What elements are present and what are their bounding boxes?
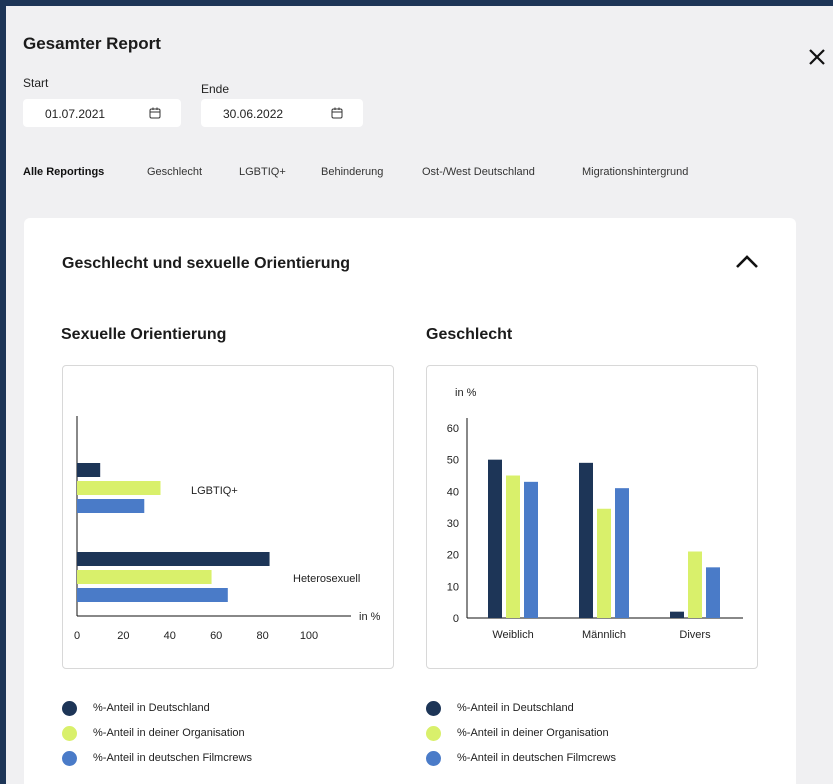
bar bbox=[488, 459, 502, 618]
y-tick-label: 50 bbox=[447, 455, 459, 467]
tab-ost-west[interactable]: Ost-/West Deutschland bbox=[422, 166, 535, 178]
legend-dot bbox=[426, 751, 441, 766]
start-date-field[interactable]: 01.07.2021 bbox=[23, 99, 181, 127]
legend-label: %-Anteil in deutschen Filmcrews bbox=[93, 752, 252, 764]
bar bbox=[77, 481, 161, 495]
legend-dot bbox=[62, 751, 77, 766]
bar bbox=[77, 552, 270, 566]
bar bbox=[597, 508, 611, 618]
x-tick-label: 60 bbox=[210, 630, 222, 642]
y-tick-label: 30 bbox=[447, 518, 459, 530]
legend-item: %-Anteil in Deutschland bbox=[62, 700, 362, 716]
bar bbox=[706, 567, 720, 618]
legend-dot bbox=[426, 701, 441, 716]
bar bbox=[77, 463, 101, 477]
legend-item: %-Anteil in Deutschland bbox=[426, 700, 726, 716]
end-label: Ende bbox=[201, 82, 230, 96]
section-card: Geschlecht und sexuelle Orientierung Sex… bbox=[24, 218, 796, 784]
x-tick-label: 80 bbox=[256, 630, 268, 642]
legend-dot bbox=[426, 726, 441, 741]
bar bbox=[615, 488, 629, 618]
x-tick-label: Männlich bbox=[582, 629, 626, 641]
legend-label: %-Anteil in deiner Organisation bbox=[93, 727, 245, 739]
bar bbox=[506, 475, 520, 618]
x-axis-label: in % bbox=[359, 611, 381, 623]
bar bbox=[579, 462, 593, 618]
chart-geschlecht: in % 0 10 20 30 40 50 60 Weiblich Männlich Divers bbox=[426, 365, 758, 669]
bar-chart-geschlecht: in % 0 10 20 30 40 50 60 Weiblich Männlich Divers bbox=[447, 387, 743, 641]
legend-dot bbox=[62, 701, 77, 716]
legend-item: %-Anteil in deutschen Filmcrews bbox=[62, 750, 362, 766]
end-date-value: 30.06.2022 bbox=[223, 107, 284, 121]
calendar-icon[interactable] bbox=[331, 107, 343, 119]
x-tick-label: 0 bbox=[74, 630, 80, 642]
bar-chart-orientierung: in % 0 20 40 60 80 100 LGBTIQ+ Heterosexuell bbox=[74, 416, 381, 642]
y-tick-label: 20 bbox=[447, 550, 459, 562]
tab-migrationshintergrund[interactable]: Migrationshintergrund bbox=[582, 166, 688, 178]
x-tick-label: 20 bbox=[117, 630, 129, 642]
start-date-value: 01.07.2021 bbox=[45, 107, 106, 121]
y-tick-label: 40 bbox=[447, 486, 459, 498]
x-tick-label: 40 bbox=[164, 630, 176, 642]
bar bbox=[688, 551, 702, 618]
legend-dot bbox=[62, 726, 77, 741]
category-label: LGBTIQ+ bbox=[191, 485, 238, 497]
chart-title-orientierung: Sexuelle Orientierung bbox=[61, 326, 227, 343]
legend-label: %-Anteil in deutschen Filmcrews bbox=[457, 752, 616, 764]
legend-item: %-Anteil in deutschen Filmcrews bbox=[426, 750, 726, 766]
x-tick-label: Divers bbox=[679, 629, 711, 641]
bar bbox=[670, 611, 684, 618]
section-title: Geschlecht und sexuelle Orientierung bbox=[62, 255, 351, 272]
chart-title-geschlecht: Geschlecht bbox=[426, 326, 513, 343]
legend-label: %-Anteil in deiner Organisation bbox=[457, 727, 609, 739]
x-tick-label: Weiblich bbox=[492, 629, 533, 641]
y-tick-label: 10 bbox=[447, 581, 459, 593]
category-label: Heterosexuell bbox=[293, 573, 360, 585]
tab-lgbtiq[interactable]: LGBTIQ+ bbox=[239, 166, 286, 178]
legend-item: %-Anteil in deiner Organisation bbox=[62, 725, 362, 741]
start-label: Start bbox=[23, 76, 49, 90]
legend-item: %-Anteil in deiner Organisation bbox=[426, 725, 726, 741]
tab-alle-reportings[interactable]: Alle Reportings bbox=[23, 166, 104, 178]
tab-geschlecht[interactable]: Geschlecht bbox=[147, 166, 202, 178]
bar bbox=[77, 499, 145, 513]
bar bbox=[77, 588, 228, 602]
x-tick-label: 100 bbox=[300, 630, 318, 642]
tab-behinderung[interactable]: Behinderung bbox=[321, 166, 383, 178]
legend-label: %-Anteil in Deutschland bbox=[457, 702, 574, 714]
chart-orientierung: in % 0 20 40 60 80 100 LGBTIQ+ Heterosexuell bbox=[62, 365, 394, 669]
y-axis-label: in % bbox=[455, 387, 477, 399]
report-modal: Gesamter Report Start 01.07.2021 Ende 30… bbox=[6, 6, 833, 784]
end-date-field[interactable]: 30.06.2022 bbox=[201, 99, 363, 127]
legend-label: %-Anteil in Deutschland bbox=[93, 702, 210, 714]
close-icon[interactable] bbox=[806, 46, 828, 68]
page-title: Gesamter Report bbox=[23, 34, 161, 53]
bar bbox=[77, 570, 212, 584]
y-tick-label: 0 bbox=[453, 613, 459, 625]
y-tick-label: 60 bbox=[447, 423, 459, 435]
calendar-icon[interactable] bbox=[149, 107, 161, 119]
bar bbox=[524, 481, 538, 618]
chevron-up-icon[interactable] bbox=[734, 252, 760, 272]
